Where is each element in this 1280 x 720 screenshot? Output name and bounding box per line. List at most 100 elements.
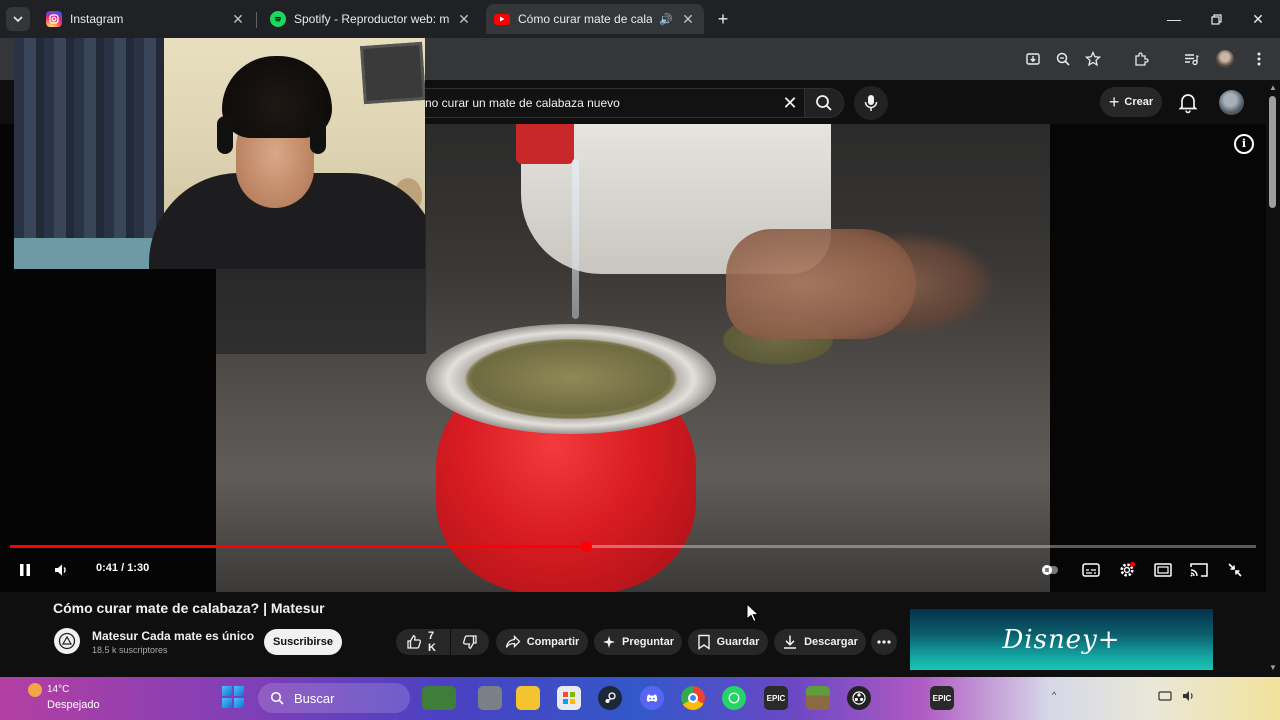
weather-widget[interactable] [28,683,48,697]
progress-bar[interactable] [10,541,1256,552]
thumbs-up-icon [407,635,422,649]
tab-instagram[interactable]: Instagram ✕ [38,4,254,34]
page-scrollbar[interactable]: ▲ ▼ [1266,80,1280,677]
notifications-button[interactable] [1176,90,1200,114]
close-icon[interactable]: ✕ [456,11,472,28]
obs-icon[interactable] [847,686,871,710]
weather-condition: Despejado [47,699,100,711]
dislike-button[interactable] [451,629,489,655]
zoom-icon[interactable] [1052,48,1074,70]
clear-search-icon[interactable]: ✕ [776,93,804,114]
tab-title: Instagram [70,12,124,26]
tray-volume-icon[interactable] [1182,690,1196,704]
mate-yerba [471,342,671,414]
microphone-icon [864,95,878,111]
taskbar-search[interactable]: Buscar [258,683,410,713]
youtube-icon [494,13,510,25]
search-input[interactable]: no curar un mate de calabaza nuevo ✕ [424,88,804,118]
webcam-curtain [14,38,164,269]
profile-icon[interactable] [1214,48,1236,70]
bell-icon [1178,94,1198,114]
whatsapp-icon[interactable] [722,686,746,710]
game-icon[interactable] [422,686,456,710]
tab-spotify[interactable]: Spotify - Reproductor web: mús ✕ [262,4,480,34]
account-avatar[interactable] [1219,90,1244,115]
ask-label: Preguntar [622,636,674,648]
tab-title: Cómo curar mate de calaba [518,12,652,26]
create-label: Crear [1124,96,1154,108]
time-display: 0:41 / 1:30 [96,562,150,574]
more-actions-button[interactable] [871,629,897,655]
save-button[interactable]: Guardar [688,629,768,655]
files-icon[interactable] [478,686,502,710]
channel-name[interactable]: Matesur Cada mate es único [92,629,254,643]
voice-search-button[interactable] [854,86,888,120]
menu-icon[interactable] [1248,48,1270,70]
scroll-up-arrow[interactable]: ▲ [1268,83,1278,92]
channel-avatar[interactable] [54,628,80,654]
search-icon [270,691,284,705]
chrome-icon[interactable] [681,686,705,710]
miniplayer-button[interactable] [1150,557,1176,583]
autoplay-toggle[interactable] [1037,557,1063,583]
tray-chevron-icon[interactable]: ^ [1052,690,1056,700]
more-horizontal-icon [877,640,891,644]
ad-banner[interactable]: Disney+ [910,609,1213,670]
player-letterbox-right [1050,124,1266,592]
channel-logo-icon [58,632,76,650]
subtitles-button[interactable] [1078,557,1104,583]
scrollbar-thumb[interactable] [1269,96,1276,208]
ask-button[interactable]: Preguntar [594,629,682,655]
star-icon[interactable] [1082,48,1104,70]
like-count: 7 K [428,630,436,654]
cast-icon [1190,563,1208,577]
windows-logo-tile [222,698,232,708]
store-icon[interactable] [557,686,581,710]
install-icon[interactable] [1022,48,1044,70]
restore-icon[interactable] [1194,0,1238,38]
search-button[interactable] [804,88,844,118]
start-button[interactable] [222,686,244,708]
scroll-down-arrow[interactable]: ▼ [1268,663,1278,672]
volume-icon [55,564,66,576]
close-icon[interactable]: ✕ [680,11,696,28]
tray-network-icon[interactable] [1158,690,1172,704]
discord-icon[interactable] [640,686,664,710]
tab-youtube[interactable]: Cómo curar mate de calaba 🔊 ✕ [486,4,704,34]
close-icon[interactable]: ✕ [1236,0,1280,38]
progress-scrubber[interactable] [580,541,592,552]
folder-icon[interactable] [516,686,540,710]
progress-played [10,545,586,548]
fullscreen-exit-button[interactable] [1222,557,1248,583]
plus-icon: + [1108,91,1120,112]
share-icon [505,634,521,649]
new-tab-button[interactable]: + [712,8,734,30]
create-button[interactable]: + Crear [1100,87,1162,117]
subscribe-button[interactable]: Suscribirse [264,629,342,655]
minimize-icon[interactable]: — [1152,0,1196,38]
epic-games-icon[interactable]: EPIC [764,686,788,710]
pause-button[interactable] [12,557,38,583]
cast-button[interactable] [1186,557,1212,583]
minecraft-icon[interactable] [806,686,830,710]
extensions-icon[interactable] [1130,48,1152,70]
settings-button[interactable] [1114,557,1140,583]
epic-games-icon[interactable]: EPIC [930,686,954,710]
steam-icon[interactable] [598,686,622,710]
tab-search-button[interactable] [6,7,30,31]
download-button[interactable]: Descargar [774,629,866,655]
download-icon [784,635,797,649]
volume-button[interactable] [48,557,74,583]
speaker-icon[interactable]: 🔊 [658,13,674,26]
webcam-headset [217,116,233,154]
sparkle-icon [603,636,616,648]
close-icon[interactable]: ✕ [230,11,246,28]
tab-strip: Instagram ✕ Spotify - Reproductor web: m… [0,0,1280,38]
spotify-icon [270,11,286,27]
webcam-wall-frame [360,41,425,105]
info-icon[interactable]: i [1234,134,1254,154]
like-button[interactable]: 7 K [396,629,450,655]
media-icon[interactable] [1180,48,1202,70]
share-button[interactable]: Compartir [496,629,588,655]
gear-icon [1120,562,1135,577]
